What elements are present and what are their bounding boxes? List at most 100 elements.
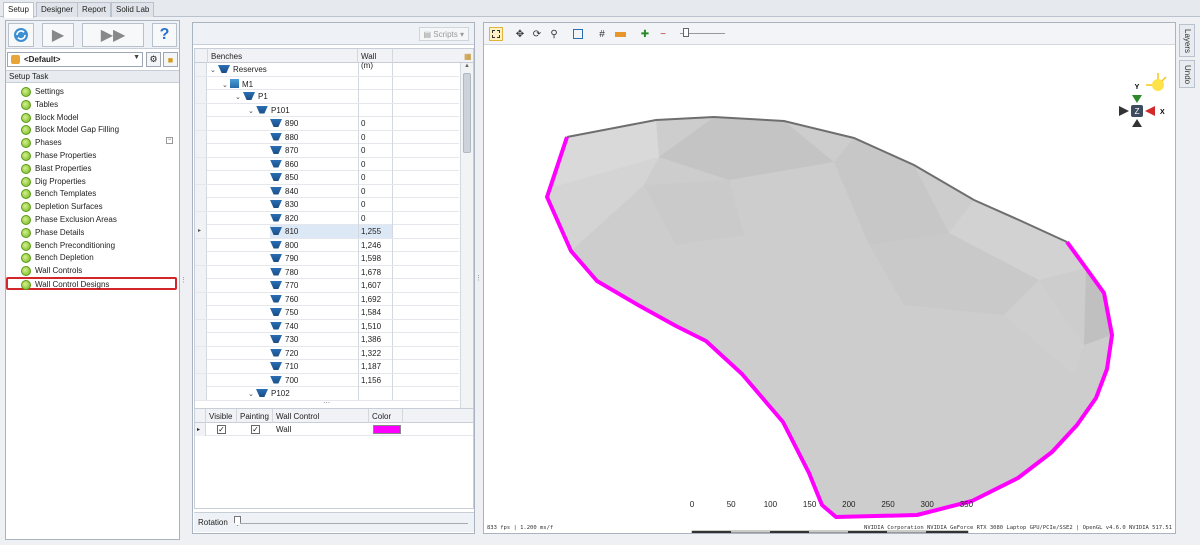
profile-settings-button[interactable]: ⚙ [146,52,161,67]
row-selector[interactable] [195,360,207,373]
bench-row[interactable]: ⌄ P1 [195,90,459,104]
help-button[interactable]: ? [152,23,177,47]
select-tool-button[interactable] [489,27,503,41]
bench-row[interactable]: 850 0 [195,171,459,185]
row-selector[interactable] [195,117,207,130]
row-selector[interactable] [195,157,207,171]
row-selector[interactable] [195,90,207,103]
bench-row[interactable]: ▸ 810 1,255 [195,225,459,239]
row-selector[interactable] [195,292,207,306]
collapse-icon[interactable]: − [166,137,173,145]
expand-icon[interactable]: ⌄ [248,390,256,398]
row-selector[interactable] [195,130,207,144]
refresh-button[interactable] [8,23,34,47]
mid-splitter[interactable]: ⋮ [475,22,482,534]
task-item[interactable]: Wall Controls [20,264,177,277]
expand-icon[interactable]: ⌄ [210,66,218,74]
scroll-thumb[interactable] [463,73,471,153]
task-item[interactable]: Depletion Surfaces [20,200,177,213]
viewport-canvas[interactable]: Z Y X [484,45,1175,533]
tab-layers[interactable]: Layers [1179,24,1195,57]
bench-row[interactable]: ⌄ M1 [195,76,459,90]
bench-row[interactable]: 880 0 [195,130,459,144]
expand-icon[interactable]: ⌄ [235,93,243,101]
task-item[interactable]: Blast Properties [20,162,177,175]
run-all-button[interactable]: ▶▶ [82,23,144,47]
row-selector[interactable] [195,103,207,117]
bench-row[interactable]: ⌄ Reserves [195,63,459,77]
row-selector[interactable] [195,144,207,157]
bench-row[interactable]: 830 0 [195,198,459,212]
row-selector[interactable] [195,346,207,360]
task-item[interactable]: Phase Details [20,226,177,239]
run-button[interactable]: ▶ [42,23,74,47]
column-benches[interactable]: Benches [208,49,358,63]
task-item[interactable]: Tables [20,98,177,111]
row-selector[interactable] [195,265,207,279]
bench-row[interactable]: 760 1,692 [195,292,459,306]
profile-select[interactable]: <Default> ▼ [7,52,143,67]
wall-row[interactable]: ▸ ✓ ✓ Wall [195,423,473,436]
bench-row[interactable]: 820 0 [195,211,459,225]
row-selector[interactable] [195,171,207,184]
row-selector[interactable] [195,252,207,265]
bench-row[interactable]: 710 1,187 [195,360,459,374]
left-splitter[interactable]: ⋮ [180,20,187,540]
task-item[interactable]: Settings [20,85,177,98]
color-swatch[interactable] [373,425,401,434]
task-item[interactable]: Wall Control Designs [6,277,177,290]
task-item[interactable]: Bench Templates [20,187,177,200]
column-chooser-icon[interactable]: ▦ [461,49,473,63]
3d-viewer[interactable]: ✥ ⟳ ⚲ # ✚ − Z Y X 0 50 100 150 200 250 3… [483,22,1176,534]
bench-row[interactable]: 870 0 [195,144,459,158]
task-item[interactable]: Phase Exclusion Areas [20,213,177,226]
row-selector[interactable] [195,184,207,198]
column-painting[interactable]: Painting [237,409,273,423]
row-selector[interactable] [195,63,207,76]
row-selector[interactable] [195,198,207,211]
bench-row[interactable]: 770 1,607 [195,279,459,293]
row-selector[interactable] [195,211,207,225]
bench-row[interactable]: 720 1,322 [195,346,459,360]
row-selector[interactable] [195,373,207,387]
zoom-button[interactable]: ⚲ [547,27,561,41]
bench-row[interactable]: 740 1,510 [195,319,459,333]
bench-row[interactable]: 800 1,246 [195,238,459,252]
row-selector[interactable] [195,387,207,400]
bench-row[interactable]: 860 0 [195,157,459,171]
scroll-up-icon[interactable]: ▲ [464,63,470,69]
bench-row[interactable]: 730 1,386 [195,333,459,347]
row-selector[interactable] [195,333,207,346]
task-item[interactable]: Bench Depletion [20,251,177,264]
rotation-slider-thumb[interactable] [234,516,241,526]
expand-icon[interactable]: ⌄ [248,107,256,115]
column-wall[interactable]: Wall (m) [358,49,393,70]
task-item[interactable]: Phases − [20,136,177,149]
column-color[interactable]: Color [369,409,403,423]
row-selector[interactable] [195,76,207,90]
bench-row[interactable]: 700 1,156 [195,373,459,387]
panel-splitter[interactable]: ⋯ [323,399,330,407]
exaggeration-slider-thumb[interactable] [683,28,689,37]
painting-checkbox[interactable]: ✓ [251,425,260,434]
bench-row[interactable]: 780 1,678 [195,265,459,279]
rotation-slider-track[interactable] [236,523,468,524]
row-selector[interactable] [195,279,207,292]
profile-save-button[interactable]: ■ [163,52,178,67]
bench-row[interactable]: ⌄ P101 [195,103,459,117]
visible-checkbox[interactable]: ✓ [217,425,226,434]
task-item[interactable]: Phase Properties [20,149,177,162]
remove-point-button[interactable]: − [656,27,670,41]
ruler-button[interactable] [613,27,627,41]
bench-row[interactable]: 890 0 [195,117,459,131]
column-wall-control[interactable]: Wall Control [273,409,369,423]
expand-icon[interactable]: ⌄ [222,81,230,89]
grid-scrollbar[interactable]: ▲ ▼ [460,63,473,417]
scripts-button[interactable]: ▤ Scripts ▾ [418,27,469,41]
tab-designer[interactable]: Designer [36,2,79,17]
row-selector[interactable]: ▸ [195,225,207,238]
orientation-gizmo[interactable]: Z Y X [1119,73,1167,127]
tab-undo[interactable]: Undo [1179,60,1195,88]
task-item[interactable]: Bench Preconditioning [20,239,177,252]
add-point-button[interactable]: ✚ [638,27,652,41]
